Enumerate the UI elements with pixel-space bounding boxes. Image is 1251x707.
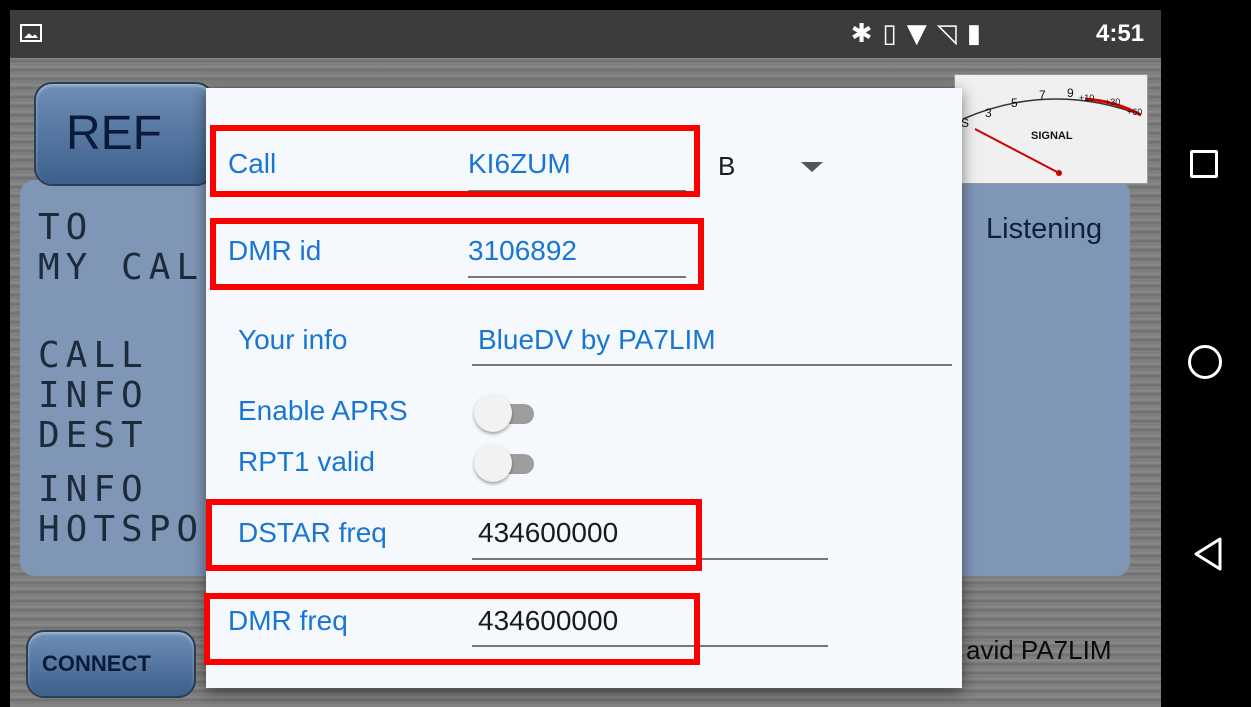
toggle-thumb: [474, 444, 512, 482]
meter-label: SIGNAL: [1031, 130, 1073, 142]
author-text: avid PA7LIM: [966, 635, 1112, 665]
bluetooth-icon: ✱: [850, 19, 883, 49]
module-select[interactable]: B: [718, 149, 735, 183]
lcd-label-info: INFO: [38, 375, 149, 416]
home-icon[interactable]: [1188, 345, 1222, 379]
highlight-dmr-freq: [204, 593, 700, 665]
meter-scale-5: 5: [1011, 96, 1018, 110]
highlight-call: [210, 125, 700, 197]
back-icon[interactable]: [1192, 536, 1224, 572]
lcd-label-call: CALL: [38, 335, 149, 376]
highlight-dstar-freq: [206, 499, 702, 571]
toggle-thumb: [474, 394, 512, 432]
status-bar: ✱▯▼◹▮ 4:51: [10, 10, 1161, 58]
device-frame: ✱▯▼◹▮ 4:51 TO MY CAL CALL INFO DEST INFO…: [0, 0, 1251, 707]
enable-aprs-toggle[interactable]: [474, 394, 536, 432]
vibrate-icon: ▯: [882, 19, 907, 49]
rpt1-valid-toggle[interactable]: [474, 444, 536, 482]
settings-dialog: Call KI6ZUM B DMR id 3106892 Your info B…: [204, 88, 962, 688]
meter-scale-plus30: +30: [1105, 97, 1120, 107]
your-info-label: Your info: [238, 324, 348, 355]
lcd-label-mycall: MY CAL: [38, 247, 205, 288]
no-sim-icon: ◹: [936, 19, 967, 49]
lcd-label-hotspot: HOTSPO: [38, 509, 205, 550]
meter-scale-s: S: [961, 116, 969, 130]
wifi-icon: ▼: [906, 19, 937, 49]
battery-icon: ▮: [966, 19, 991, 49]
meter-scale-plus10: +10: [1079, 93, 1094, 103]
meter-scale-plus60: +60: [1127, 107, 1142, 117]
screen: ✱▯▼◹▮ 4:51 TO MY CAL CALL INFO DEST INFO…: [10, 10, 1161, 707]
signal-meter-dial: S 3 5 7 9 +10 +30 +60 SIGNAL: [961, 86, 1142, 176]
meter-scale-7: 7: [1039, 88, 1046, 102]
your-info-underline: [472, 364, 952, 366]
lcd-label-to: TO: [38, 207, 94, 248]
ref-button[interactable]: REF: [34, 82, 214, 186]
image-icon: [20, 24, 42, 42]
lcd-label-dest: DEST: [38, 415, 149, 456]
meter-scale-9: 9: [1067, 86, 1074, 100]
lcd-label-info2: INFO: [38, 469, 149, 510]
highlight-dmr-id: [210, 218, 704, 290]
clock: 4:51: [1096, 20, 1145, 47]
connect-button[interactable]: CONNECT: [26, 630, 196, 698]
signal-meter: S 3 5 7 9 +10 +30 +60 SIGNAL: [954, 74, 1148, 184]
chevron-down-icon[interactable]: [801, 162, 823, 172]
enable-aprs-label: Enable APRS: [238, 395, 408, 426]
status-text: Listening: [986, 213, 1103, 245]
status-icons: ✱▯▼◹▮: [851, 20, 991, 48]
meter-scale-3: 3: [985, 106, 992, 120]
rpt1-valid-label: RPT1 valid: [238, 446, 375, 477]
recents-icon[interactable]: [1190, 150, 1218, 178]
your-info-input[interactable]: BlueDV by PA7LIM: [478, 323, 716, 357]
